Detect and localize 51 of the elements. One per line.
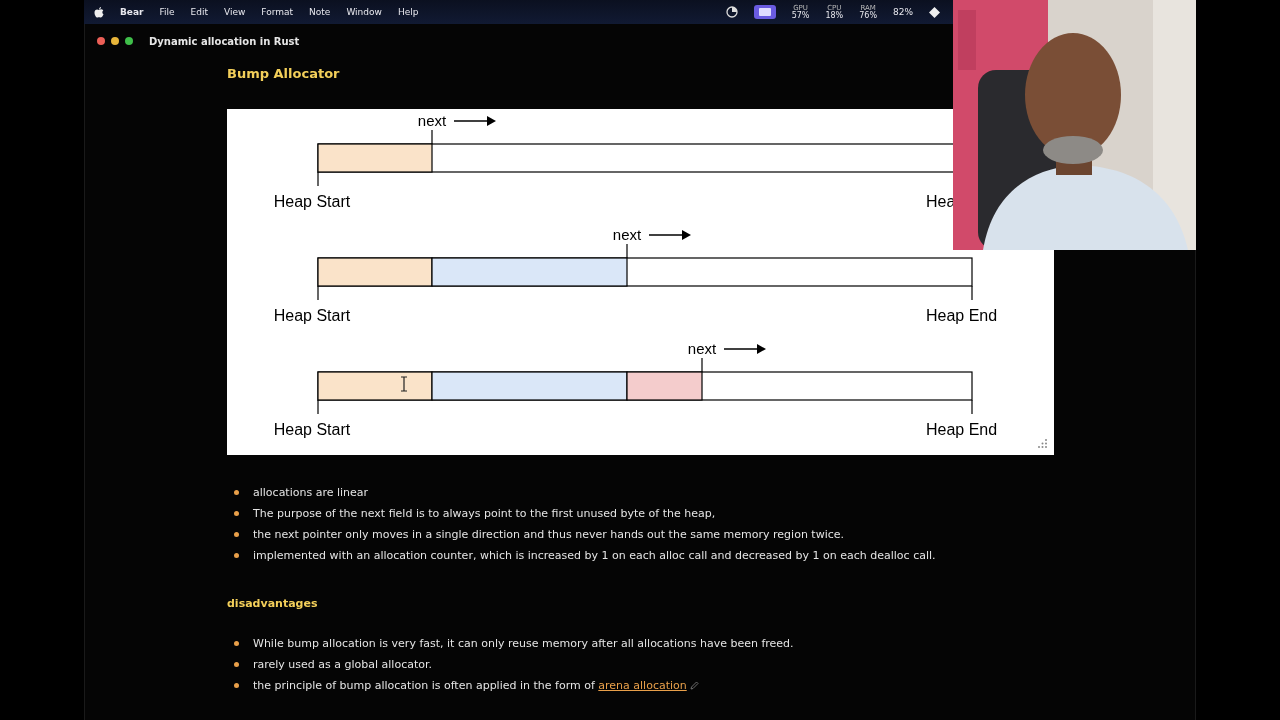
pencil-icon[interactable] [689, 681, 699, 690]
bullet-dot [234, 553, 239, 558]
pointer-label: next [417, 112, 447, 129]
window-title: Dynamic allocation in Rust [149, 35, 300, 47]
list-item-text: allocations are linear [253, 486, 369, 499]
pointer-label: next [687, 340, 717, 357]
status-icon[interactable] [725, 6, 738, 18]
arrow [453, 116, 496, 126]
list-item-text: rarely used as a global allocator. [253, 658, 432, 671]
menu-item[interactable]: Window [346, 7, 382, 17]
battery-level[interactable]: 82% [893, 7, 913, 17]
heap-end-label: Heap End [926, 421, 998, 438]
stat-value: 18% [825, 11, 844, 20]
pointer-label: next [612, 226, 642, 243]
menu-item[interactable]: File [159, 7, 175, 17]
app-menu[interactable]: Bear [120, 7, 144, 17]
list-item-text: the principle of bump allocation is often applied in the form of arena allocation [253, 679, 687, 692]
heap-start-label: Heap Start [273, 421, 351, 438]
arena-allocation-link[interactable]: arena allocation [598, 679, 687, 692]
menu-item[interactable]: Edit [190, 7, 208, 17]
list-item-text: the next pointer only moves in a single direction and thus never hands out the same memory region twice. [253, 528, 845, 541]
diamond-icon[interactable] [929, 6, 940, 18]
list-item-text: While bump allocation is very fast, it can only reuse memory after all allocations have been freed. [253, 637, 794, 650]
bullet-dot [234, 532, 239, 537]
close-button[interactable] [97, 37, 105, 45]
bullet-dot [234, 641, 239, 646]
list-item-text: implemented with an allocation counter, which is increased by 1 on each alloc call and decreased by 1 on each dealloc call. [253, 549, 936, 562]
subheading: disadvantages [227, 597, 319, 610]
heap-end-label: Heap End [926, 307, 998, 324]
menu-item[interactable]: View [224, 7, 246, 17]
menu-item[interactable]: Note [309, 7, 331, 17]
text-cursor-icon [400, 376, 408, 392]
arrow [723, 344, 766, 354]
stat-value: 76% [859, 11, 877, 20]
bullet-dot [234, 511, 239, 516]
apple-icon[interactable] [94, 6, 104, 18]
zoom-button[interactable] [125, 37, 133, 45]
heap-start-label: Heap Start [273, 307, 351, 324]
resize-grip-icon[interactable] [1038, 439, 1047, 448]
bullet-dot [234, 683, 239, 688]
arrow [648, 230, 691, 240]
bullet-dot [234, 490, 239, 495]
minimize-button[interactable] [111, 37, 119, 45]
list-item-text: The purpose of the next field is to always point to the first unused byte of the heap, [253, 507, 716, 520]
heap-start-label: Heap Start [273, 193, 351, 210]
menu-item[interactable]: Format [261, 7, 294, 17]
bullet-dot [234, 662, 239, 667]
screen-icon[interactable] [753, 5, 776, 19]
stat-value: 57% [791, 11, 810, 20]
section-heading: Bump Allocator [227, 66, 341, 81]
menu-item[interactable]: Help [397, 7, 419, 17]
